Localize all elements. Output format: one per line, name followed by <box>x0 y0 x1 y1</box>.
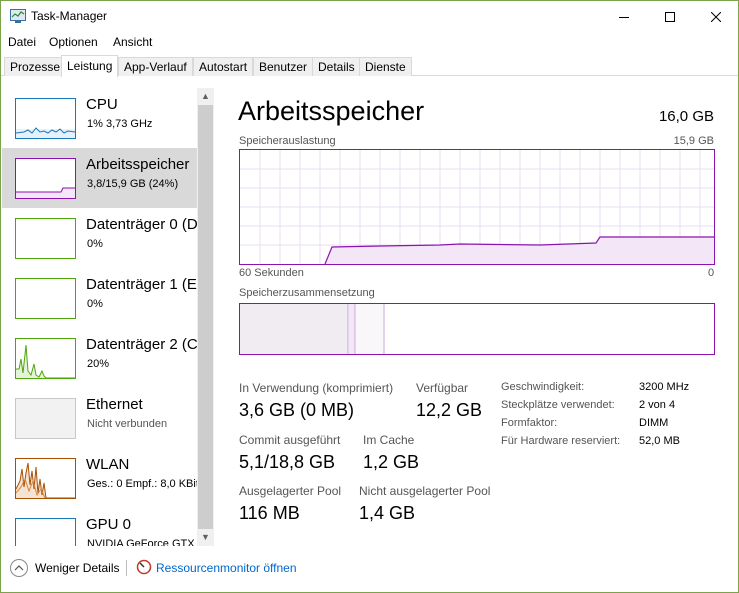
sidebar-item-cpu[interactable]: CPU 1% 3,73 GHz <box>2 88 197 148</box>
time-right-label: 0 <box>708 267 715 279</box>
available-label: Verfügbar <box>416 381 469 395</box>
gpu-graph-icon <box>15 518 76 546</box>
sidebar-item-title: GPU 0 <box>86 516 132 533</box>
resource-sidebar: CPU 1% 3,73 GHz Arbeitsspeicher 3,8/15,9… <box>2 88 197 546</box>
sidebar-item-sub: 3,8/15,9 GB (24%) <box>87 178 179 190</box>
disk-graph-icon <box>15 278 76 319</box>
footer-divider <box>126 560 127 576</box>
sidebar-item-gpu[interactable]: GPU 0 NVIDIA GeForce GTX <box>2 508 197 546</box>
sidebar-item-sub: 0% <box>87 238 103 250</box>
maximize-button[interactable] <box>647 1 693 32</box>
memory-composition-bar <box>239 303 715 355</box>
cache-label: Im Cache <box>363 433 415 447</box>
memory-usage-graph <box>239 149 715 265</box>
paged-pool-label: Ausgelagerter Pool <box>239 484 342 498</box>
scroll-up-icon[interactable]: ▲ <box>197 88 214 105</box>
memory-graph-icon <box>15 158 76 199</box>
minimize-icon <box>619 16 629 18</box>
sidebar-item-sub: Nicht verbunden <box>87 418 168 430</box>
footer-bar: Weniger Details Ressourcenmonitor öffnen <box>1 556 738 592</box>
wlan-graph-icon <box>15 458 76 499</box>
tab-details[interactable]: Details <box>312 57 361 76</box>
spec-value-slots: 2 von 4 <box>639 399 676 411</box>
sidebar-item-sub: 20% <box>87 358 110 370</box>
menu-bar: Datei Optionen Ansicht <box>1 32 738 52</box>
fewer-details-button[interactable]: Weniger Details <box>35 561 119 575</box>
paged-pool-value: 116 MB <box>239 503 300 523</box>
sidebar-item-sub: 0% <box>87 298 103 310</box>
sidebar-item-title: WLAN <box>86 456 130 473</box>
spec-label-speed: Geschwindigkeit: <box>501 381 585 393</box>
cpu-graph-icon <box>15 98 76 139</box>
in-use-value: 3,6 GB (0 MB) <box>239 400 355 420</box>
cache-value: 1,2 GB <box>363 452 420 472</box>
tab-dienste[interactable]: Dienste <box>359 57 412 76</box>
task-manager-window: Task-Manager Datei Optionen Ansicht Proz… <box>0 0 739 593</box>
spec-label-form-factor: Formfaktor: <box>501 417 558 429</box>
usage-graph-label: Speicherauslastung <box>239 135 336 147</box>
tab-app-verlauf[interactable]: App-Verlauf <box>118 57 193 76</box>
sidebar-item-sub: 1% 3,73 GHz <box>87 118 153 130</box>
chevron-up-icon[interactable] <box>10 559 28 577</box>
resource-monitor-icon[interactable] <box>136 559 152 575</box>
window-title: Task-Manager <box>31 9 108 23</box>
maximize-icon <box>665 11 675 22</box>
spec-value-speed: 3200 MHz <box>639 381 690 393</box>
sidebar-item-ethernet[interactable]: Ethernet Nicht verbunden <box>2 388 197 448</box>
tab-benutzer[interactable]: Benutzer <box>253 57 314 76</box>
nonpaged-pool-label: Nicht ausgelagerter Pool <box>359 484 491 498</box>
tab-bar: Prozesse Leistung App-Verlauf Autostart … <box>1 55 738 77</box>
sidebar-scrollbar[interactable]: ▲ ▼ <box>197 88 214 546</box>
sidebar-item-title: Ethernet <box>86 396 143 413</box>
scroll-down-icon[interactable]: ▼ <box>197 529 214 546</box>
sidebar-item-disk-0[interactable]: Datenträger 0 (D:) 0% <box>2 208 197 268</box>
available-value: 12,2 GB <box>416 400 483 420</box>
spec-label-reserved: Für Hardware reserviert: <box>501 435 621 447</box>
commit-value: 5,1/18,8 GB <box>239 452 336 472</box>
spec-label-slots: Steckplätze verwendet: <box>501 399 615 411</box>
sidebar-item-sub: Ges.: 0 Empf.: 8,0 KBit/s <box>87 478 197 490</box>
ethernet-graph-icon <box>15 398 76 439</box>
scroll-thumb[interactable] <box>198 105 213 529</box>
close-button[interactable] <box>693 1 738 32</box>
total-memory: 16,0 GB <box>658 108 714 125</box>
nonpaged-pool-value: 1,4 GB <box>359 503 416 523</box>
tab-prozesse[interactable]: Prozesse <box>4 57 67 76</box>
usage-graph-max: 15,9 GB <box>673 135 714 147</box>
close-icon <box>711 11 721 22</box>
menu-ansicht[interactable]: Ansicht <box>113 35 152 49</box>
sidebar-item-disk-1[interactable]: Datenträger 1 (E:) 0% <box>2 268 197 328</box>
sidebar-item-sub: NVIDIA GeForce GTX <box>87 538 195 546</box>
sidebar-item-disk-2[interactable]: Datenträger 2 (C:) 20% <box>2 328 197 388</box>
sidebar-item-title: Arbeitsspeicher <box>86 156 190 173</box>
time-left-label: 60 Sekunden <box>239 267 304 279</box>
menu-datei[interactable]: Datei <box>8 35 36 49</box>
disk-graph-icon <box>15 218 76 259</box>
sidebar-item-title: Datenträger 2 (C:) <box>86 336 197 353</box>
sidebar-item-title: CPU <box>86 96 118 113</box>
spec-value-form-factor: DIMM <box>639 417 669 429</box>
minimize-button[interactable] <box>601 1 647 32</box>
sidebar-item-memory[interactable]: Arbeitsspeicher 3,8/15,9 GB (24%) <box>2 148 197 208</box>
spec-value-reserved: 52,0 MB <box>639 435 680 447</box>
tab-autostart[interactable]: Autostart <box>193 57 254 76</box>
page-title: Arbeitsspeicher <box>238 96 425 126</box>
tab-leistung[interactable]: Leistung <box>61 55 119 77</box>
composition-label: Speicherzusammensetzung <box>239 287 375 299</box>
commit-label: Commit ausgeführt <box>239 433 341 447</box>
sidebar-item-title: Datenträger 1 (E:) <box>86 276 197 293</box>
menu-optionen[interactable]: Optionen <box>49 35 98 49</box>
task-manager-icon <box>10 9 26 23</box>
title-bar[interactable]: Task-Manager <box>1 1 738 32</box>
in-use-label: In Verwendung (komprimiert) <box>239 381 394 395</box>
sidebar-item-title: Datenträger 0 (D:) <box>86 216 197 233</box>
disk-graph-icon <box>15 338 76 379</box>
resource-monitor-link[interactable]: Ressourcenmonitor öffnen <box>156 561 297 575</box>
sidebar-item-wlan[interactable]: WLAN Ges.: 0 Empf.: 8,0 KBit/s <box>2 448 197 508</box>
